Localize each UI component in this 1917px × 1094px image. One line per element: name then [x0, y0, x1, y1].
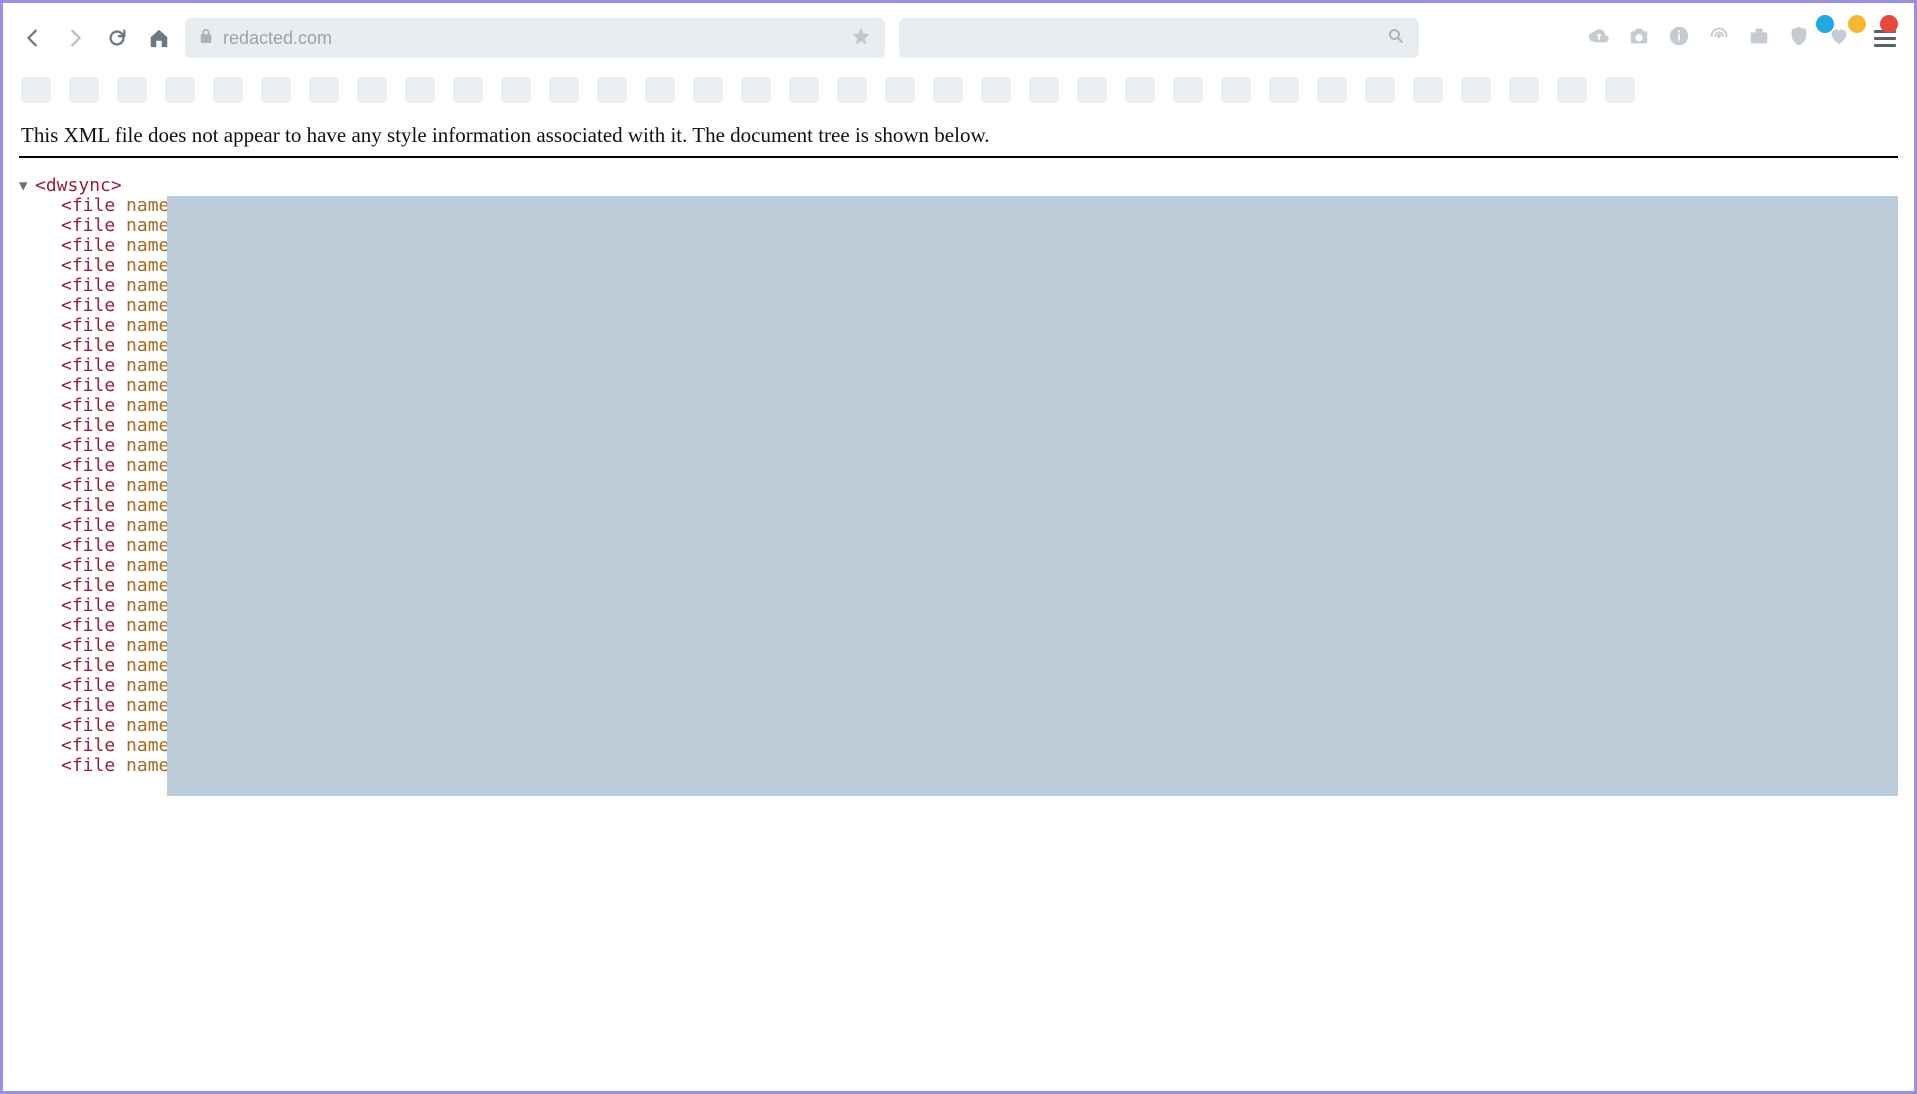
tab-placeholder[interactable] [1461, 77, 1491, 103]
nav-buttons-group [21, 26, 171, 50]
tab-placeholder[interactable] [405, 77, 435, 103]
tab-placeholder[interactable] [501, 77, 531, 103]
tab-placeholder[interactable] [1173, 77, 1203, 103]
xml-tree: ▼ <dwsync> <file name=<file name=<file n… [19, 176, 1898, 776]
tab-placeholder[interactable] [549, 77, 579, 103]
collapse-toggle-icon[interactable]: ▼ [19, 176, 33, 196]
window-dot-blue [1816, 15, 1834, 33]
tab-placeholder[interactable] [69, 77, 99, 103]
home-button[interactable] [147, 26, 171, 50]
xml-root-element[interactable]: ▼ <dwsync> [19, 176, 1898, 196]
xml-no-style-notice: This XML file does not appear to have an… [19, 119, 1898, 158]
window-dot-yellow [1848, 15, 1866, 33]
tab-placeholder[interactable] [1317, 77, 1347, 103]
forward-button[interactable] [63, 26, 87, 50]
tab-placeholder[interactable] [981, 77, 1011, 103]
tab-placeholder[interactable] [117, 77, 147, 103]
window-control-dots [1816, 15, 1898, 33]
tab-placeholder[interactable] [1125, 77, 1155, 103]
tab-placeholder[interactable] [789, 77, 819, 103]
tab-strip [3, 73, 1914, 109]
search-bar[interactable] [899, 18, 1419, 58]
browser-toolbar [3, 3, 1914, 73]
camera-icon[interactable] [1628, 25, 1650, 52]
tab-placeholder[interactable] [1413, 77, 1443, 103]
broadcast-icon[interactable] [1708, 25, 1730, 52]
tab-placeholder[interactable] [1557, 77, 1587, 103]
address-bar[interactable] [185, 18, 885, 58]
redacted-content-block [167, 196, 1898, 796]
back-button[interactable] [21, 26, 45, 50]
briefcase-icon[interactable] [1748, 25, 1770, 52]
tab-placeholder[interactable] [597, 77, 627, 103]
tab-placeholder[interactable] [837, 77, 867, 103]
tab-placeholder[interactable] [645, 77, 675, 103]
tab-placeholder[interactable] [741, 77, 771, 103]
tab-placeholder[interactable] [693, 77, 723, 103]
tab-placeholder[interactable] [1077, 77, 1107, 103]
reload-button[interactable] [105, 26, 129, 50]
tab-placeholder[interactable] [357, 77, 387, 103]
tab-placeholder[interactable] [885, 77, 915, 103]
tab-placeholder[interactable] [309, 77, 339, 103]
tab-placeholder[interactable] [1221, 77, 1251, 103]
tab-placeholder[interactable] [1605, 77, 1635, 103]
tab-placeholder[interactable] [453, 77, 483, 103]
cloud-upload-icon[interactable] [1588, 25, 1610, 52]
tab-placeholder[interactable] [1029, 77, 1059, 103]
tab-placeholder[interactable] [21, 77, 51, 103]
tab-placeholder[interactable] [261, 77, 291, 103]
tab-placeholder[interactable] [1365, 77, 1395, 103]
search-icon [1387, 27, 1405, 50]
tab-placeholder[interactable] [165, 77, 195, 103]
tab-placeholder[interactable] [933, 77, 963, 103]
tab-placeholder[interactable] [213, 77, 243, 103]
url-input[interactable] [223, 28, 841, 49]
shield-icon[interactable] [1788, 25, 1810, 52]
page-content: This XML file does not appear to have an… [3, 109, 1914, 792]
xml-root-open: <dwsync> [35, 176, 122, 196]
tab-placeholder[interactable] [1269, 77, 1299, 103]
lock-icon [199, 28, 213, 49]
info-icon[interactable] [1668, 25, 1690, 52]
tab-placeholder[interactable] [1509, 77, 1539, 103]
window-dot-red [1880, 15, 1898, 33]
bookmark-star-icon[interactable] [851, 26, 871, 51]
